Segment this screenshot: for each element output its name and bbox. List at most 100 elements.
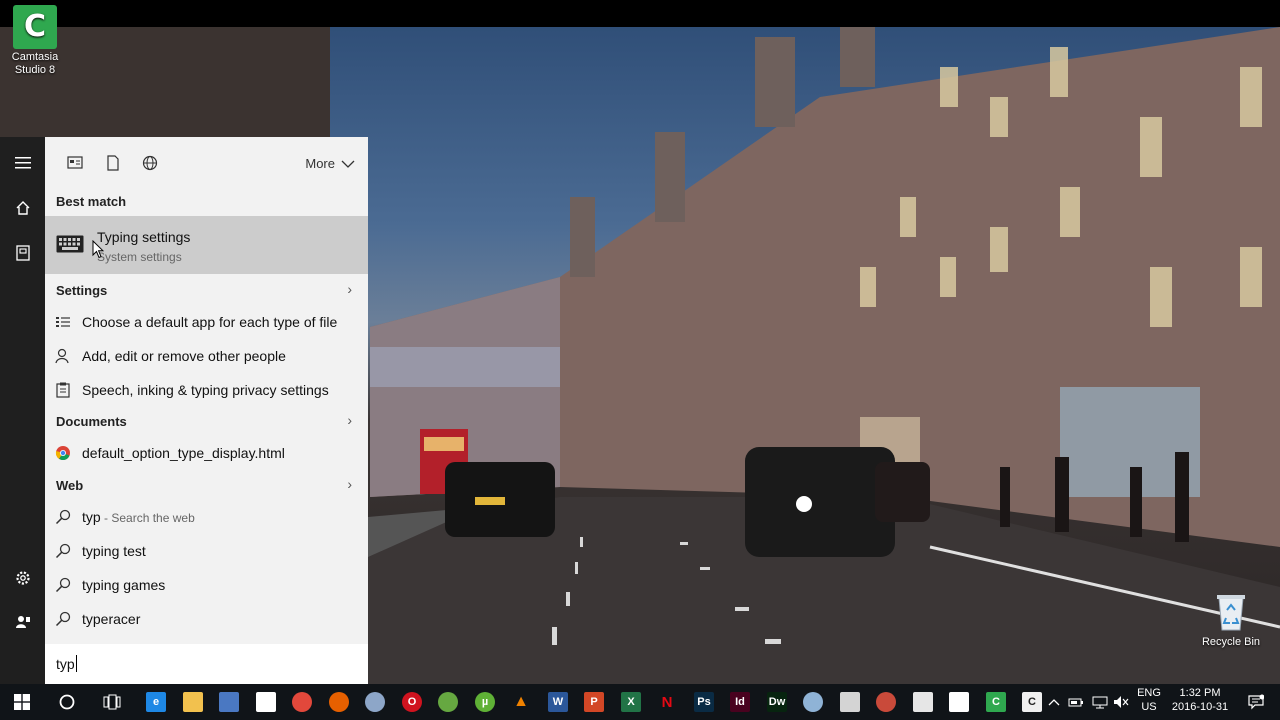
taskbar-app-excel[interactable]: X — [613, 684, 649, 720]
media-app-icon — [876, 692, 896, 712]
settings-gear-icon[interactable] — [0, 556, 45, 600]
taskbar-app-firefox[interactable] — [321, 684, 357, 720]
taskbar-app-camtasia[interactable]: C — [978, 684, 1014, 720]
chrome-icon — [292, 692, 312, 712]
taskbar-app-disk-tool[interactable] — [357, 684, 393, 720]
documents-section-header[interactable]: Documents — [56, 414, 127, 429]
taskbar-app-powerpoint[interactable]: P — [576, 684, 612, 720]
chevron-right-icon[interactable]: › — [347, 281, 352, 297]
notebook-icon[interactable] — [0, 231, 45, 275]
web-result-typ[interactable]: typ - Search the web — [45, 502, 368, 532]
taskbar-app-xbox[interactable] — [430, 684, 466, 720]
search-icon — [55, 577, 71, 593]
taskbar-app-chrome[interactable] — [284, 684, 320, 720]
camtasia-icon: C — [986, 692, 1006, 712]
dreamweaver-icon: Dw — [767, 692, 787, 712]
search-input[interactable]: typ — [45, 644, 368, 684]
chevron-right-icon[interactable]: › — [347, 412, 352, 428]
taskbar: e Oµ ▲ W P X N Ps Id Dw C C ENG US 1:32 PM 2016-10-… — [0, 684, 1280, 720]
network-icon — [219, 692, 239, 712]
camtasia-desktop-icon[interactable]: C Camtasia Studio 8 — [0, 5, 70, 77]
task-view-button[interactable] — [94, 684, 130, 720]
hamburger-menu-icon[interactable] — [0, 141, 45, 185]
result-label: typing test — [82, 543, 146, 559]
settings-result-other-people[interactable]: Add, edit or remove other people — [45, 341, 368, 371]
chevron-down-icon — [341, 160, 355, 168]
home-icon[interactable] — [0, 186, 45, 230]
result-label: typ - Search the web — [82, 509, 195, 525]
taskbar-app-edge[interactable]: e — [138, 684, 174, 720]
clock[interactable]: 1:32 PM 2016-10-31 — [1167, 686, 1233, 714]
taskbar-app-file-explorer[interactable] — [175, 684, 211, 720]
more-filters-button[interactable]: More — [305, 156, 355, 171]
taskbar-app-globe-app[interactable] — [795, 684, 831, 720]
recycle-bin-desktop-icon[interactable]: Recycle Bin — [1196, 592, 1266, 649]
web-result-typing-test[interactable]: typing test — [45, 536, 368, 566]
popcorn-icon — [840, 692, 860, 712]
file-explorer-icon — [183, 692, 203, 712]
settings-section-header[interactable]: Settings — [56, 283, 107, 298]
disk-tool-icon — [365, 692, 385, 712]
settings-result-default-apps[interactable]: Choose a default app for each type of fi… — [45, 307, 368, 337]
feedback-icon[interactable] — [0, 600, 45, 644]
apps-filter-icon[interactable] — [67, 155, 83, 171]
taskbar-app-vlc[interactable]: ▲ — [503, 684, 539, 720]
chrome-document-icon — [55, 445, 71, 461]
region-code: US — [1141, 701, 1157, 713]
camtasia-icon: C — [13, 5, 57, 49]
taskbar-app-store[interactable] — [248, 684, 284, 720]
taskbar-app-network[interactable] — [211, 684, 247, 720]
keyboard-icon — [56, 235, 84, 258]
windows-logo-icon — [14, 694, 30, 710]
powerpoint-icon: P — [584, 692, 604, 712]
taskbar-app-word[interactable]: W — [540, 684, 576, 720]
start-menu-rail — [0, 137, 45, 684]
document-result[interactable]: default_option_type_display.html — [45, 438, 368, 468]
language-code: ENG — [1137, 687, 1161, 699]
taskbar-app-utorrent[interactable]: µ — [467, 684, 503, 720]
search-web-hint: - Search the web — [100, 511, 195, 525]
recycle-bin-label: Recycle Bin — [1201, 636, 1261, 648]
result-label: default_option_type_display.html — [82, 445, 285, 461]
cortana-button[interactable] — [49, 684, 85, 720]
documents-filter-icon[interactable] — [105, 155, 121, 171]
taskbar-app-photoshop[interactable]: Ps — [686, 684, 722, 720]
taskbar-app-calculator[interactable] — [905, 684, 941, 720]
search-icon — [55, 611, 71, 627]
task-view-icon — [103, 694, 121, 710]
taskbar-app-netflix[interactable]: N — [649, 684, 685, 720]
start-button[interactable] — [4, 684, 40, 720]
netflix-icon: N — [657, 692, 677, 712]
taskbar-app-media-app[interactable] — [868, 684, 904, 720]
result-label: Choose a default app for each type of fi… — [82, 314, 338, 330]
search-query-text: typ — [56, 656, 75, 672]
search-icon — [55, 509, 71, 525]
result-label: Add, edit or remove other people — [82, 348, 286, 364]
taskbar-app-opera[interactable]: O — [394, 684, 430, 720]
input-language[interactable]: ENG US — [1134, 686, 1164, 714]
web-section-header[interactable]: Web — [56, 478, 83, 493]
settings-result-privacy[interactable]: Speech, inking & typing privacy settings — [45, 375, 368, 405]
web-result-typeracer[interactable]: typeracer — [45, 604, 368, 634]
search-icon — [55, 543, 71, 559]
taskbar-app-dreamweaver[interactable]: Dw — [759, 684, 795, 720]
power-icon[interactable] — [1063, 684, 1089, 720]
best-match-subtitle: System settings — [97, 250, 182, 264]
web-filter-icon[interactable] — [142, 155, 158, 171]
taskbar-app-inkscape[interactable] — [941, 684, 977, 720]
xbox-icon — [438, 692, 458, 712]
web-query-text: typ — [82, 509, 101, 525]
person-icon — [55, 348, 71, 364]
edge-icon: e — [146, 692, 166, 712]
taskbar-app-popcorn[interactable] — [832, 684, 868, 720]
best-match-title: Typing settings — [97, 229, 191, 245]
recycle-bin-icon — [1213, 592, 1249, 632]
web-result-typing-games[interactable]: typing games — [45, 570, 368, 600]
volume-muted-icon[interactable] — [1108, 684, 1134, 720]
action-center-icon[interactable] — [1238, 684, 1274, 720]
clock-date: 2016-10-31 — [1171, 701, 1229, 713]
chevron-right-icon[interactable]: › — [347, 476, 352, 492]
opera-icon: O — [402, 692, 422, 712]
taskbar-app-indesign[interactable]: Id — [722, 684, 758, 720]
top-black-bar — [0, 0, 1280, 27]
